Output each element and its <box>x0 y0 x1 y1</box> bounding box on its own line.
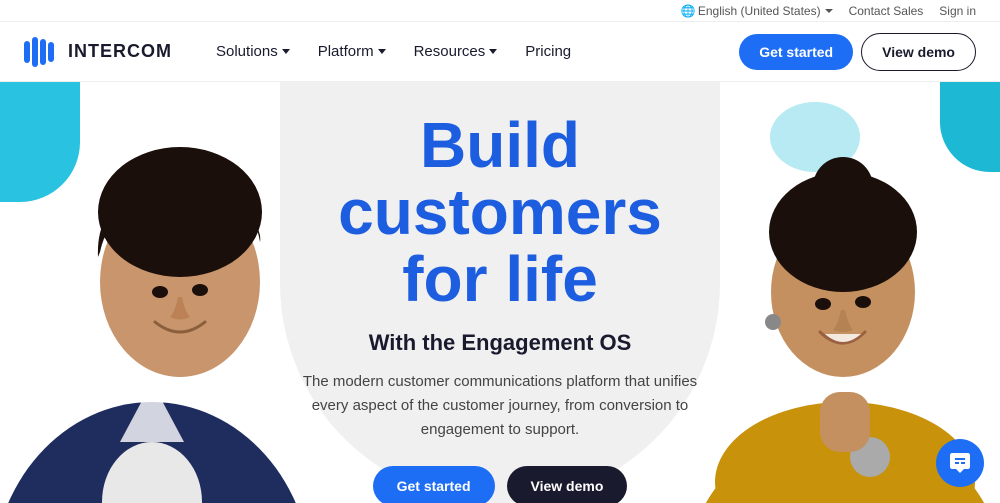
headline-line1: Build <box>420 109 580 181</box>
hero-section: Build customers for life With the Engage… <box>0 82 1000 503</box>
view-demo-button[interactable]: View demo <box>861 33 976 71</box>
nav-ctas: Get started View demo <box>739 33 976 71</box>
nav-item-solutions[interactable]: Solutions <box>204 35 302 68</box>
nav-item-resources[interactable]: Resources <box>402 35 510 68</box>
top-bar: 🌐 English (United States) Contact Sales … <box>0 0 1000 22</box>
chat-widget-button[interactable] <box>936 439 984 487</box>
logo-icon <box>24 37 60 67</box>
sign-in-link[interactable]: Sign in <box>939 4 976 18</box>
chat-icon <box>948 451 972 475</box>
logo[interactable]: INTERCOM <box>24 37 172 67</box>
contact-sales-link[interactable]: Contact Sales <box>849 4 924 18</box>
chevron-resources-icon <box>489 49 497 54</box>
hero-description: The modern customer communications platf… <box>300 370 700 442</box>
navbar: INTERCOM Solutions Platform Resources Pr… <box>0 22 1000 82</box>
nav-label-resources: Resources <box>414 43 486 60</box>
hero-headline: Build customers for life <box>300 112 700 314</box>
logo-text: INTERCOM <box>68 41 172 62</box>
chevron-platform-icon <box>378 49 386 54</box>
hero-content: Build customers for life With the Engage… <box>300 112 700 503</box>
person-left <box>0 82 305 503</box>
language-selector[interactable]: 🌐 English (United States) <box>681 4 833 18</box>
nav-label-platform: Platform <box>318 43 374 60</box>
hero-buttons: Get started View demo <box>300 466 700 503</box>
nav-label-pricing: Pricing <box>525 43 571 60</box>
headline-line2: customers <box>338 176 662 248</box>
man-silhouette <box>0 82 305 503</box>
nav-label-solutions: Solutions <box>216 43 278 60</box>
globe-icon: 🌐 <box>681 4 696 18</box>
chevron-solutions-icon <box>282 49 290 54</box>
hero-get-started-button[interactable]: Get started <box>373 466 495 503</box>
headline-line3: for life <box>402 243 598 315</box>
get-started-button[interactable]: Get started <box>739 34 853 70</box>
hero-subheadline: With the Engagement OS <box>300 330 700 356</box>
nav-item-platform[interactable]: Platform <box>306 35 398 68</box>
nav-item-pricing[interactable]: Pricing <box>513 35 583 68</box>
nav-links: Solutions Platform Resources Pricing <box>204 35 739 68</box>
chevron-down-icon <box>825 9 833 13</box>
hero-view-demo-button[interactable]: View demo <box>507 466 628 503</box>
language-label: English (United States) <box>698 4 821 18</box>
